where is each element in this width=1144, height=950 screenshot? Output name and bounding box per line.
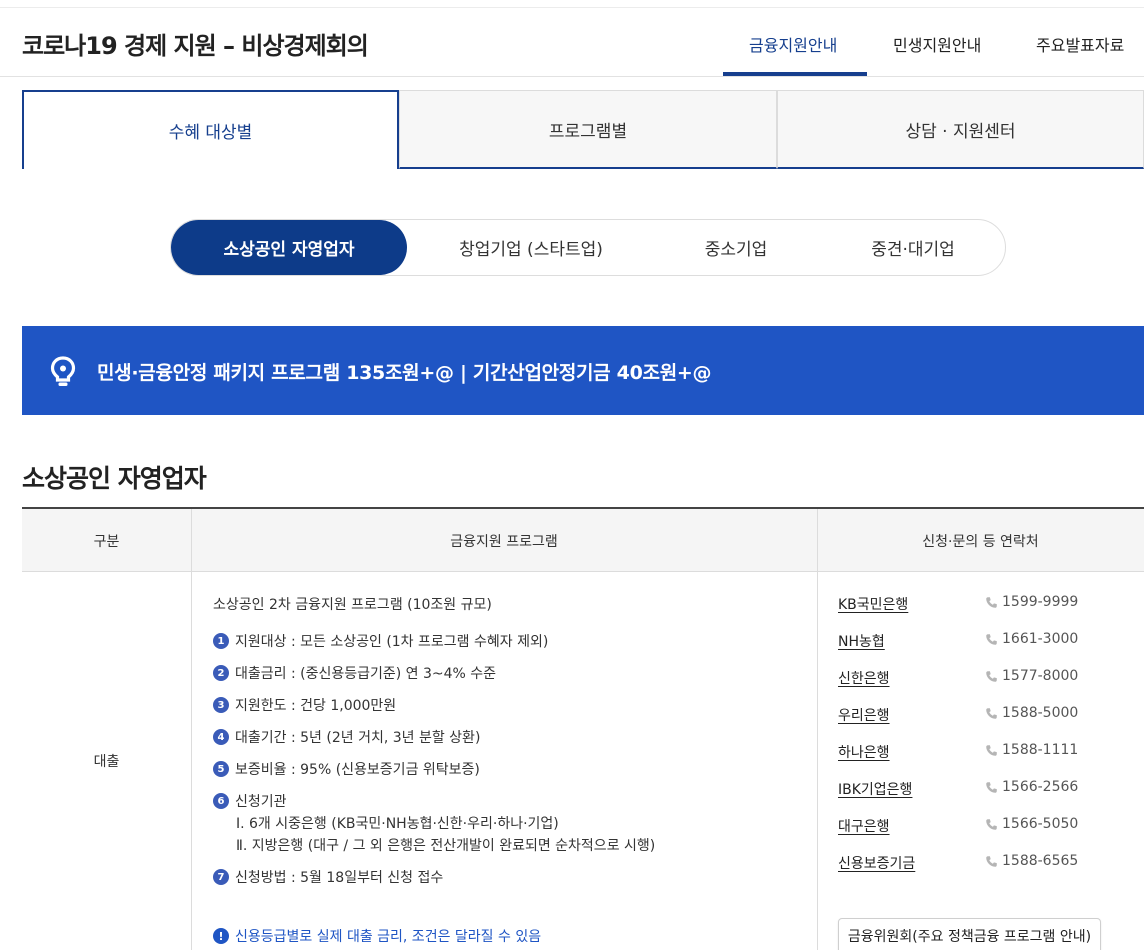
phone-number: 1588-5000: [1002, 705, 1079, 721]
lightbulb-icon: [50, 356, 76, 386]
phone-number: 1577-8000: [1002, 668, 1079, 684]
list-item-text: 지원한도 : 건당 1,000만원: [235, 698, 397, 714]
number-badge: 1: [213, 633, 229, 649]
nav-livelihood-support[interactable]: 민생지원안내: [893, 32, 981, 56]
contact-bank-link[interactable]: 하나은행: [838, 742, 890, 762]
contact-bank-link[interactable]: KB국민은행: [838, 594, 908, 614]
phone-icon: [986, 670, 997, 682]
pill-sme[interactable]: 중소기업: [651, 220, 821, 275]
contact-phone: 1599-9999: [985, 594, 1078, 610]
beneficiary-pill-tabs: 소상공인 자영업자 창업기업 (스타트업) 중소기업 중견·대기업: [170, 219, 1006, 276]
fsc-program-guide-button[interactable]: 금융위원회(주요 정책금융 프로그램 안내): [838, 918, 1101, 950]
header-category: 구분: [93, 533, 120, 550]
phone-number: 1599-9999: [1002, 594, 1079, 610]
contact-phone: 1566-5050: [985, 816, 1078, 832]
phone-icon: [986, 855, 997, 867]
pill-startup[interactable]: 창업기업 (스타트업): [415, 220, 647, 275]
contact-bank-link[interactable]: 신용보증기금: [838, 853, 915, 873]
list-item: 3 지원한도 : 건당 1,000만원: [213, 695, 396, 715]
list-item: 5 보증비율 : 95% (신용보증기금 위탁보증): [213, 759, 480, 779]
list-item: 7 신청방법 : 5월 18일부터 신청 접수: [213, 867, 443, 887]
exclamation-icon: !: [213, 928, 229, 944]
phone-icon: [986, 818, 997, 830]
number-badge: 6: [213, 793, 229, 809]
list-item: 4 대출기간 : 5년 (2년 거치, 3년 분할 상환): [213, 727, 480, 747]
header-program: 금융지원 프로그램: [450, 533, 558, 550]
phone-number: 1566-5050: [1002, 816, 1079, 832]
contact-phone: 1577-8000: [985, 668, 1078, 684]
list-item-text: 보증비율 : 95% (신용보증기금 위탁보증): [235, 762, 480, 778]
banner-text: 민생·금융안정 패키지 프로그램 135조원+@ | 기간산업안정기금 40조원…: [97, 362, 712, 384]
phone-number: 1588-6565: [1002, 853, 1079, 869]
notice: ! 신용등급별로 실제 대출 금리, 조건은 달라질 수 있음: [213, 926, 541, 946]
pill-midsize-large[interactable]: 중견·대기업: [821, 220, 1005, 275]
nav-financial-support[interactable]: 금융지원안내: [749, 32, 837, 56]
contact-phone: 1588-5000: [985, 705, 1078, 721]
tab-by-beneficiary[interactable]: 수혜 대상별: [22, 90, 399, 169]
nav-active-indicator: [723, 72, 867, 76]
list-item-text: 지원대상 : 모든 소상공인 (1차 프로그램 수혜자 제외): [235, 634, 549, 650]
list-item: 2 대출금리 : (중신용등급기준) 연 3~4% 수준: [213, 663, 496, 683]
number-badge: 4: [213, 729, 229, 745]
contact-bank-link[interactable]: NH농협: [838, 631, 885, 651]
tab-consultation-center[interactable]: 상담 · 지원센터: [777, 90, 1144, 169]
phone-number: 1588-1111: [1002, 742, 1079, 758]
contact-bank-link[interactable]: IBK기업은행: [838, 779, 912, 799]
contact-bank-link[interactable]: 대구은행: [838, 816, 890, 836]
main-tabs: 수혜 대상별 프로그램별 상담 · 지원센터: [22, 90, 1144, 169]
number-badge: 3: [213, 697, 229, 713]
summary-banner: 민생·금융안정 패키지 프로그램 135조원+@ | 기간산업안정기금 40조원…: [22, 326, 1144, 415]
pill-small-business[interactable]: 소상공인 자영업자: [171, 220, 407, 275]
phone-icon: [986, 633, 997, 645]
number-badge: 7: [213, 869, 229, 885]
contact-phone: 1588-6565: [985, 853, 1078, 869]
phone-icon: [986, 707, 997, 719]
list-item-text: 신청방법 : 5월 18일부터 신청 접수: [235, 870, 444, 886]
list-item: 6 신청기관: [213, 791, 287, 811]
site-title[interactable]: 코로나19 경제 지원 – 비상경제회의: [22, 26, 369, 61]
category-cell: 대출: [93, 754, 120, 770]
contact-phone: 1588-1111: [985, 742, 1078, 758]
phone-number: 1661-3000: [1002, 631, 1079, 647]
phone-icon: [986, 744, 997, 756]
contact-bank-link[interactable]: 신한은행: [838, 668, 890, 688]
list-item-text: 신청기관: [235, 794, 287, 810]
list-item-text: 대출기간 : 5년 (2년 거치, 3년 분할 상환): [235, 730, 481, 746]
list-item-text: 대출금리 : (중신용등급기준) 연 3~4% 수준: [235, 666, 497, 682]
column-divider: [191, 509, 192, 950]
site-header: 코로나19 경제 지원 – 비상경제회의 금융지원안내 민생지원안내 주요발표자…: [0, 8, 1144, 77]
list-item: 1 지원대상 : 모든 소상공인 (1차 프로그램 수혜자 제외): [213, 631, 548, 651]
sub-line: Ⅰ. 6개 시중은행 (KB국민·NH농협·신한·우리·하나·기업): [236, 816, 559, 832]
column-divider: [817, 509, 818, 950]
phone-icon: [986, 596, 997, 608]
number-badge: 5: [213, 761, 229, 777]
phone-icon: [986, 781, 997, 793]
section-title: 소상공인 자영업자: [22, 464, 207, 493]
contact-phone: 1661-3000: [985, 631, 1078, 647]
tab-by-program[interactable]: 프로그램별: [399, 90, 777, 169]
notice-text: 신용등급별로 실제 대출 금리, 조건은 달라질 수 있음: [235, 929, 542, 945]
sub-line: Ⅱ. 지방은행 (대구 / 그 외 은행은 전산개발이 완료되면 순차적으로 시…: [236, 838, 656, 854]
nav-announcements[interactable]: 주요발표자료: [1036, 32, 1124, 56]
phone-number: 1566-2566: [1002, 779, 1079, 795]
contact-phone: 1566-2566: [985, 779, 1078, 795]
number-badge: 2: [213, 665, 229, 681]
contact-bank-link[interactable]: 우리은행: [838, 705, 890, 725]
header-contact: 신청·문의 등 연락처: [922, 533, 1039, 550]
program-title: 소상공인 2차 금융지원 프로그램 (10조원 규모): [213, 597, 492, 613]
